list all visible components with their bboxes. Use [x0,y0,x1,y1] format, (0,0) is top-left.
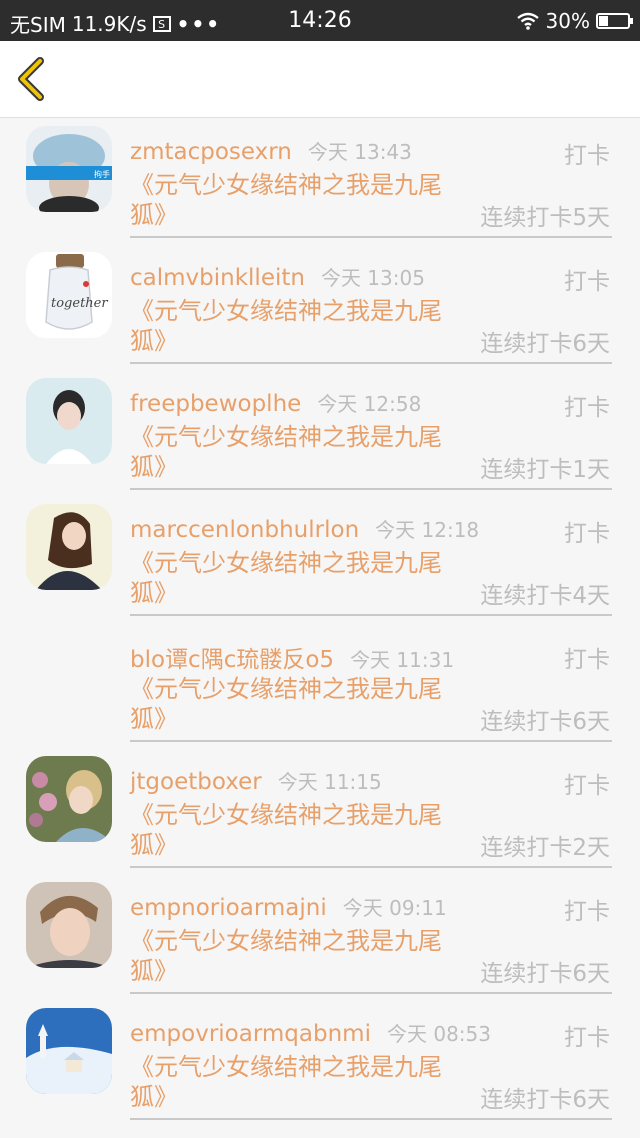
book-title[interactable]: 《元气少女缘结神之我是九尾狐》 [130,296,470,356]
streak-label: 连续打卡1天 [480,457,610,483]
checkin-action: 打卡 [564,899,610,925]
girl-longhair-avatar[interactable] [26,504,112,590]
list-item[interactable]: together calmvbinklleitn 今天 13:05 打卡 《元气少… [0,244,640,370]
checkin-time: 今天 12:18 [375,518,480,542]
checkin-time: 今天 13:05 [320,266,425,290]
checkin-time: 今天 12:58 [317,392,422,416]
streak-label: 连续打卡2天 [480,835,610,861]
checkin-action: 打卡 [564,647,610,673]
battery-percent: 30% [545,9,590,33]
book-title[interactable]: 《元气少女缘结神之我是九尾狐》 [130,548,470,608]
girl-portrait-avatar[interactable] [26,378,112,464]
status-bar: 无SIM 11.9K/s S ••• 14:26 30% [0,0,640,41]
streak-label: 连续打卡5天 [480,205,610,231]
checkin-content: blo谭c隅c琉髅反o5 今天 11:31 打卡 《元气少女缘结神之我是九尾狐》 … [130,622,612,742]
snow-village-avatar[interactable] [26,1008,112,1094]
checkin-content: marccenlonbhulrlon 今天 12:18 打卡 《元气少女缘结神之我… [130,496,612,616]
checkin-action: 打卡 [564,269,610,295]
checkin-content: zmtacposexrn 今天 13:43 打卡 《元气少女缘结神之我是九尾狐》 … [130,118,612,238]
checkin-time: 今天 09:11 [342,896,447,920]
checkin-time: 今天 08:53 [386,1022,491,1046]
wifi-icon [516,12,539,30]
list-item[interactable]: empnorioarmajni 今天 09:11 打卡 《元气少女缘结神之我是九尾… [0,874,640,1000]
chevron-left-icon [18,57,44,101]
book-title[interactable]: 《元气少女缘结神之我是九尾狐》 [130,170,470,230]
user-name[interactable]: zmtacposexrn [130,139,292,165]
checkin-action: 打卡 [564,1025,610,1051]
streak-label: 连续打卡4天 [480,583,610,609]
list-item[interactable]: 拘手 zmtacposexrn 今天 13:43 打卡 《元气少女缘结神之我是九尾… [0,118,640,244]
checkin-content: calmvbinklleitn 今天 13:05 打卡 《元气少女缘结神之我是九尾… [130,244,612,364]
list-item[interactable]: empovrioarmqabnmi 今天 08:53 打卡 《元气少女缘结神之我是… [0,1000,640,1126]
user-name[interactable]: marccenlonbhulrlon [130,517,359,543]
checkin-content: jtgoetboxer 今天 11:15 打卡 《元气少女缘结神之我是九尾狐》 连… [130,748,612,868]
checkin-action: 打卡 [564,143,610,169]
checkin-action: 打卡 [564,773,610,799]
checkin-list: 拘手 zmtacposexrn 今天 13:43 打卡 《元气少女缘结神之我是九尾… [0,118,640,1126]
checkin-time: 今天 11:31 [350,648,455,672]
book-title[interactable]: 《元气少女缘结神之我是九尾狐》 [130,674,470,734]
user-name[interactable]: jtgoetboxer [130,769,262,795]
list-item[interactable]: freepbewoplhe 今天 12:58 打卡 《元气少女缘结神之我是九尾狐》… [0,370,640,496]
boy-avatar[interactable] [26,882,112,968]
user-name[interactable]: empovrioarmqabnmi [130,1021,371,1047]
streak-label: 连续打卡6天 [480,1087,610,1113]
checkin-content: freepbewoplhe 今天 12:58 打卡 《元气少女缘结神之我是九尾狐》… [130,370,612,490]
user-name[interactable]: empnorioarmajni [130,895,327,921]
cap-girl-avatar[interactable]: 拘手 [26,126,112,212]
together-jar-avatar[interactable]: together [26,252,112,338]
book-title[interactable]: 《元气少女缘结神之我是九尾狐》 [130,800,470,860]
list-item[interactable]: jtgoetboxer 今天 11:15 打卡 《元气少女缘结神之我是九尾狐》 连… [0,748,640,874]
status-right: 30% [516,9,633,33]
list-item[interactable]: blo谭c隅c琉髅反o5 今天 11:31 打卡 《元气少女缘结神之我是九尾狐》 … [0,622,640,748]
checkin-content: empnorioarmajni 今天 09:11 打卡 《元气少女缘结神之我是九尾… [130,874,612,994]
checkin-action: 打卡 [564,395,610,421]
checkin-content: empovrioarmqabnmi 今天 08:53 打卡 《元气少女缘结神之我是… [130,1000,612,1120]
streak-label: 连续打卡6天 [480,709,610,735]
list-item[interactable]: marccenlonbhulrlon 今天 12:18 打卡 《元气少女缘结神之我… [0,496,640,622]
flowers-girl-avatar[interactable] [26,756,112,842]
user-name[interactable]: calmvbinklleitn [130,265,305,291]
streak-label: 连续打卡6天 [480,331,610,357]
svg-text:together: together [51,296,108,311]
empty-avatar[interactable] [26,630,112,716]
checkin-time: 今天 13:43 [307,140,412,164]
streak-label: 连续打卡6天 [480,961,610,987]
user-name[interactable]: blo谭c隅c琉髅反o5 [130,647,334,673]
checkin-action: 打卡 [564,521,610,547]
battery-icon [596,13,633,29]
book-title[interactable]: 《元气少女缘结神之我是九尾狐》 [130,1052,470,1112]
book-title[interactable]: 《元气少女缘结神之我是九尾狐》 [130,926,470,986]
checkin-time: 今天 11:15 [277,770,382,794]
book-title[interactable]: 《元气少女缘结神之我是九尾狐》 [130,422,470,482]
user-name[interactable]: freepbewoplhe [130,391,301,417]
top-bar [0,41,640,118]
svg-text:拘手: 拘手 [94,169,110,179]
back-button[interactable] [12,57,52,101]
